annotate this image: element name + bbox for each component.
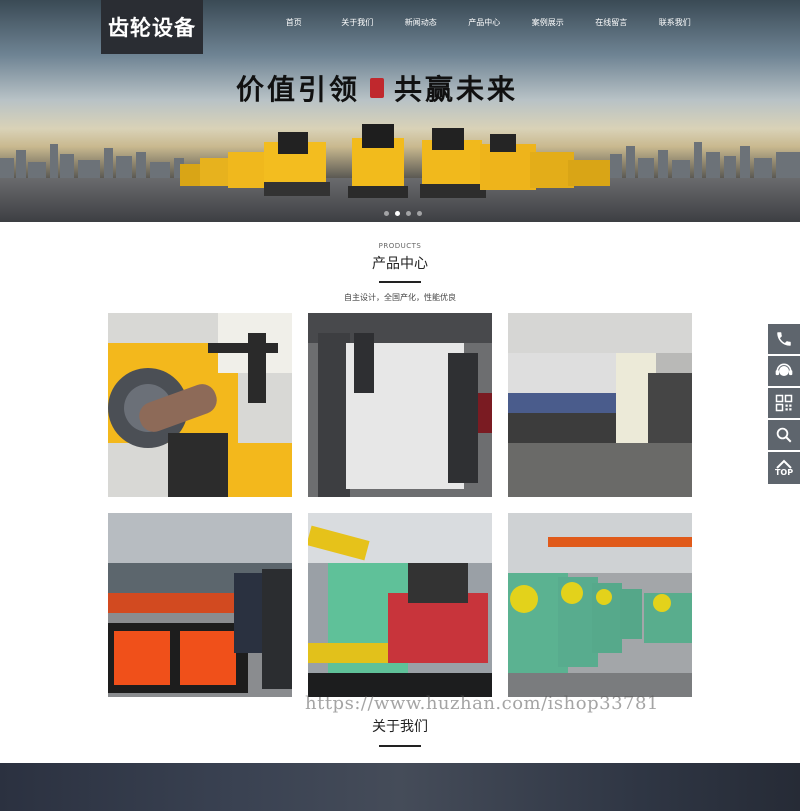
nav-products[interactable]: 产品中心: [453, 17, 517, 28]
product-card-6[interactable]: [508, 513, 692, 697]
product-card-5[interactable]: [308, 513, 492, 697]
phone-button[interactable]: [768, 324, 800, 354]
back-to-top-button[interactable]: TOP: [768, 452, 800, 484]
punch-press-row-photo: [508, 513, 692, 697]
product-card-3[interactable]: [508, 313, 692, 497]
qr-code-button[interactable]: [768, 388, 800, 418]
search-icon: [776, 427, 792, 443]
nav-home[interactable]: 首页: [262, 17, 326, 28]
about-heading: 关于我们: [0, 713, 800, 747]
slider-dot[interactable]: [406, 211, 411, 216]
nav-message[interactable]: 在线留言: [580, 17, 644, 28]
site-logo[interactable]: 齿轮设备: [101, 0, 203, 54]
press-brake-workshop-photo: [508, 313, 692, 497]
scrap-baler-green-photo: [308, 513, 492, 697]
product-card-4[interactable]: [108, 513, 292, 697]
product-grid: [108, 313, 692, 697]
products-description: 自主设计，全国产化，性能优良: [344, 293, 456, 302]
slider-dot[interactable]: [384, 211, 389, 216]
products-title: 产品中心: [372, 256, 428, 272]
bulldozers-image: [180, 124, 610, 198]
hero-banner: 价值引领 共赢未来 齿轮设备 首页 关于我们 新闻动态 产品中心 案例展示 在线…: [0, 0, 800, 222]
slider-dots: [384, 211, 422, 216]
search-button[interactable]: [768, 420, 800, 450]
customer-service-button[interactable]: [768, 356, 800, 386]
watermark: https://www.huzhan.com/ishop33781: [305, 693, 659, 714]
slogan-left: 价值引领: [236, 73, 361, 106]
products-heading: PRODUCTS 产品中心 自主设计，全国产化，性能优良: [0, 242, 800, 303]
top-label: TOP: [774, 468, 794, 477]
slider-dot-active[interactable]: [395, 211, 400, 216]
top-nav: 齿轮设备 首页 关于我们 新闻动态 产品中心 案例展示 在线留言 联系我们: [0, 0, 800, 54]
product-card-2[interactable]: [308, 313, 492, 497]
slider-dot[interactable]: [417, 211, 422, 216]
cnc-plasma-cutter-photo: [108, 513, 292, 697]
about-background-band: [0, 763, 800, 811]
products-subtitle-en: PRODUCTS: [378, 242, 422, 250]
nav-news[interactable]: 新闻动态: [389, 17, 453, 28]
phone-icon: [777, 332, 791, 346]
title-divider: [379, 281, 421, 283]
about-title: 关于我们: [372, 719, 428, 735]
pipe-cutting-machine-photo: [108, 313, 292, 497]
seal-icon: [370, 78, 385, 98]
customer-service-icon: [775, 363, 793, 376]
nav-contact[interactable]: 联系我们: [643, 17, 707, 28]
slogan-right: 共赢未来: [394, 73, 519, 106]
floating-sidebar: TOP: [768, 324, 800, 486]
main-menu: 首页 关于我们 新闻动态 产品中心 案例展示 在线留言 联系我们: [262, 17, 707, 28]
title-divider: [379, 745, 421, 747]
press-brake-white-photo: [308, 313, 492, 497]
nav-cases[interactable]: 案例展示: [516, 17, 580, 28]
product-card-1[interactable]: [108, 313, 292, 497]
nav-about[interactable]: 关于我们: [326, 17, 390, 28]
banner-slogan: 价值引领 共赢未来: [236, 68, 536, 108]
qr-code-icon: [775, 394, 793, 412]
